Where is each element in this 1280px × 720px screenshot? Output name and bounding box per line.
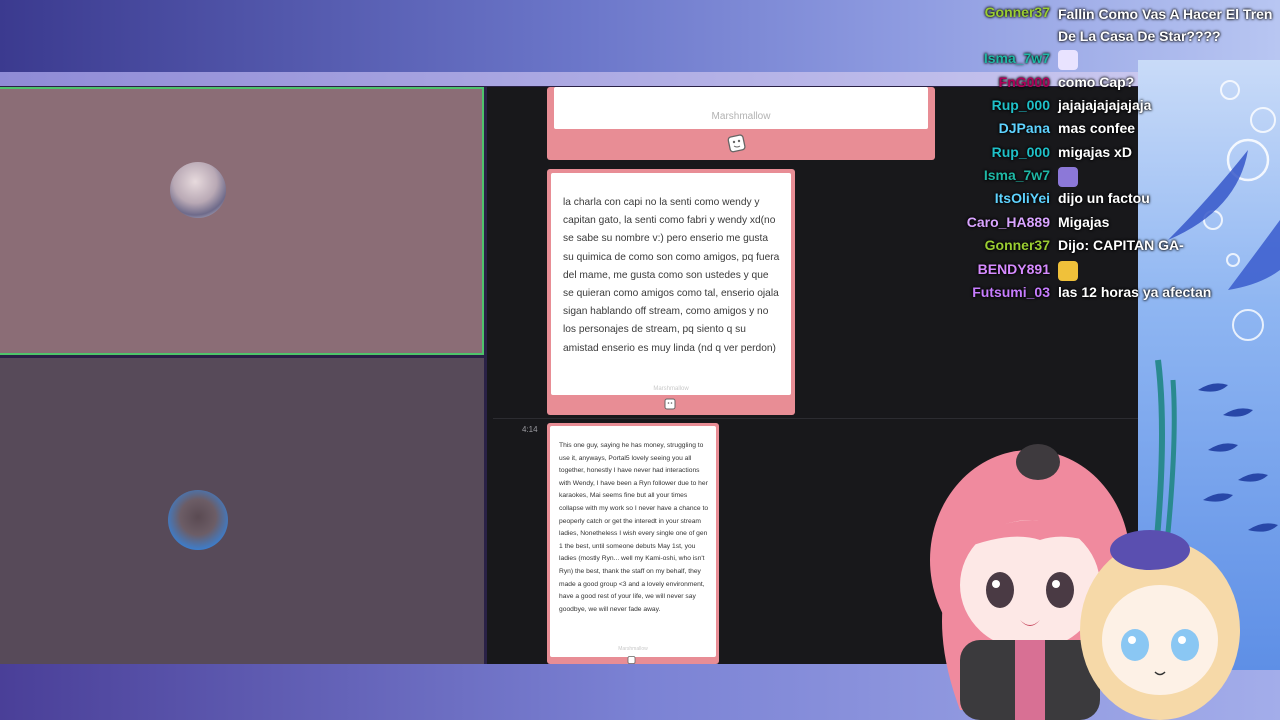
chat-message: ItsOliYei dijo un factou (940, 190, 1280, 210)
chat-username[interactable]: Isma_7w7 (984, 167, 1050, 183)
chat-message: Gonner37 Fallin Como Vas A Hacer El Tren … (940, 4, 1280, 44)
chat-message: DJPana mas confee (940, 120, 1280, 140)
participant-avatar-1 (170, 162, 226, 218)
chat-username[interactable]: Gonner37 (985, 237, 1050, 253)
chat-username[interactable]: Rup_000 (992, 97, 1050, 113)
section-divider (493, 418, 1138, 419)
chat-text: Dijo: CAPITAN GA- (1058, 237, 1184, 253)
chat-text: Fallin Como Vas A Hacer El Tren De La Ca… (1058, 6, 1273, 44)
chat-text: jajajajajajajaja (1058, 97, 1152, 113)
glasses-face-emote-icon (1058, 50, 1078, 70)
marshmallow-logo-icon (727, 134, 746, 153)
vtuber-avatars (930, 444, 1240, 720)
chat-message: BENDY891 (940, 261, 1280, 281)
card-2-message: la charla con capi no la senti como wend… (563, 197, 780, 354)
marshmallow-logo-icon (664, 398, 676, 410)
chat-username[interactable]: DJPana (999, 120, 1050, 136)
chat-username[interactable]: Rup_000 (992, 144, 1050, 160)
webcam-slot-bottom (0, 358, 484, 664)
chat-message: Isma_7w7 (940, 50, 1280, 70)
chat-text: las 12 horas ya afectan (1058, 284, 1212, 300)
chat-message: Rup_000 migajas xD (940, 144, 1280, 164)
chat-emote (1058, 261, 1280, 281)
chat-text: dijo un factou (1058, 190, 1150, 206)
marshmallow-card-3: This one guy, saying he has money, strug… (547, 423, 719, 664)
card-3-label: Marshmallow (618, 646, 648, 652)
chat-username[interactable]: ItsOliYei (995, 190, 1050, 206)
purple-character-emote-icon (1058, 167, 1078, 187)
chat-message: Rup_000 jajajajajajajaja (940, 97, 1280, 117)
marshmallow-logo-icon (627, 656, 636, 664)
message-timestamp: 4:14 (522, 425, 538, 434)
chat-emote (1058, 167, 1280, 187)
chat-message: Futsumi_03 las 12 horas ya afectan (940, 284, 1280, 304)
chat-username[interactable]: BENDY891 (978, 261, 1050, 277)
webcam-slot-top (0, 87, 484, 355)
card-3-body: This one guy, saying he has money, strug… (550, 426, 716, 657)
chat-username[interactable]: Isma_7w7 (984, 50, 1050, 66)
card-1-label: Marshmallow (711, 111, 771, 122)
chat-username[interactable]: FnG000 (999, 74, 1050, 90)
card-2-label: Marshmallow (653, 386, 689, 392)
chat-text: Migajas (1058, 214, 1110, 230)
chat-message: Caro_HA889 Migajas (940, 214, 1280, 234)
chat-emote (1058, 50, 1280, 70)
chat-text: migajas xD (1058, 144, 1132, 160)
card-1-body (554, 87, 928, 129)
card-3-message: This one guy, saying he has money, strug… (559, 442, 709, 613)
chat-username[interactable]: Gonner37 (985, 4, 1050, 20)
chat-message: Isma_7w7 (940, 167, 1280, 187)
chat-username[interactable]: Caro_HA889 (967, 214, 1050, 230)
marshmallow-card-2: la charla con capi no la senti como wend… (547, 169, 795, 415)
chat-message: FnG000 como Cap? (940, 74, 1280, 94)
chat-text: mas confee (1058, 120, 1136, 136)
chat-text: como Cap? (1058, 74, 1135, 90)
participant-avatar-2 (168, 490, 228, 550)
card-2-body: la charla con capi no la senti como wend… (551, 173, 791, 395)
chat-username[interactable]: Futsumi_03 (972, 284, 1050, 300)
chat-message: Gonner37 Dijo: CAPITAN GA- (940, 237, 1280, 257)
marshmallow-card-1: Marshmallow (547, 87, 935, 160)
yellow-cat-emote-icon (1058, 261, 1078, 281)
